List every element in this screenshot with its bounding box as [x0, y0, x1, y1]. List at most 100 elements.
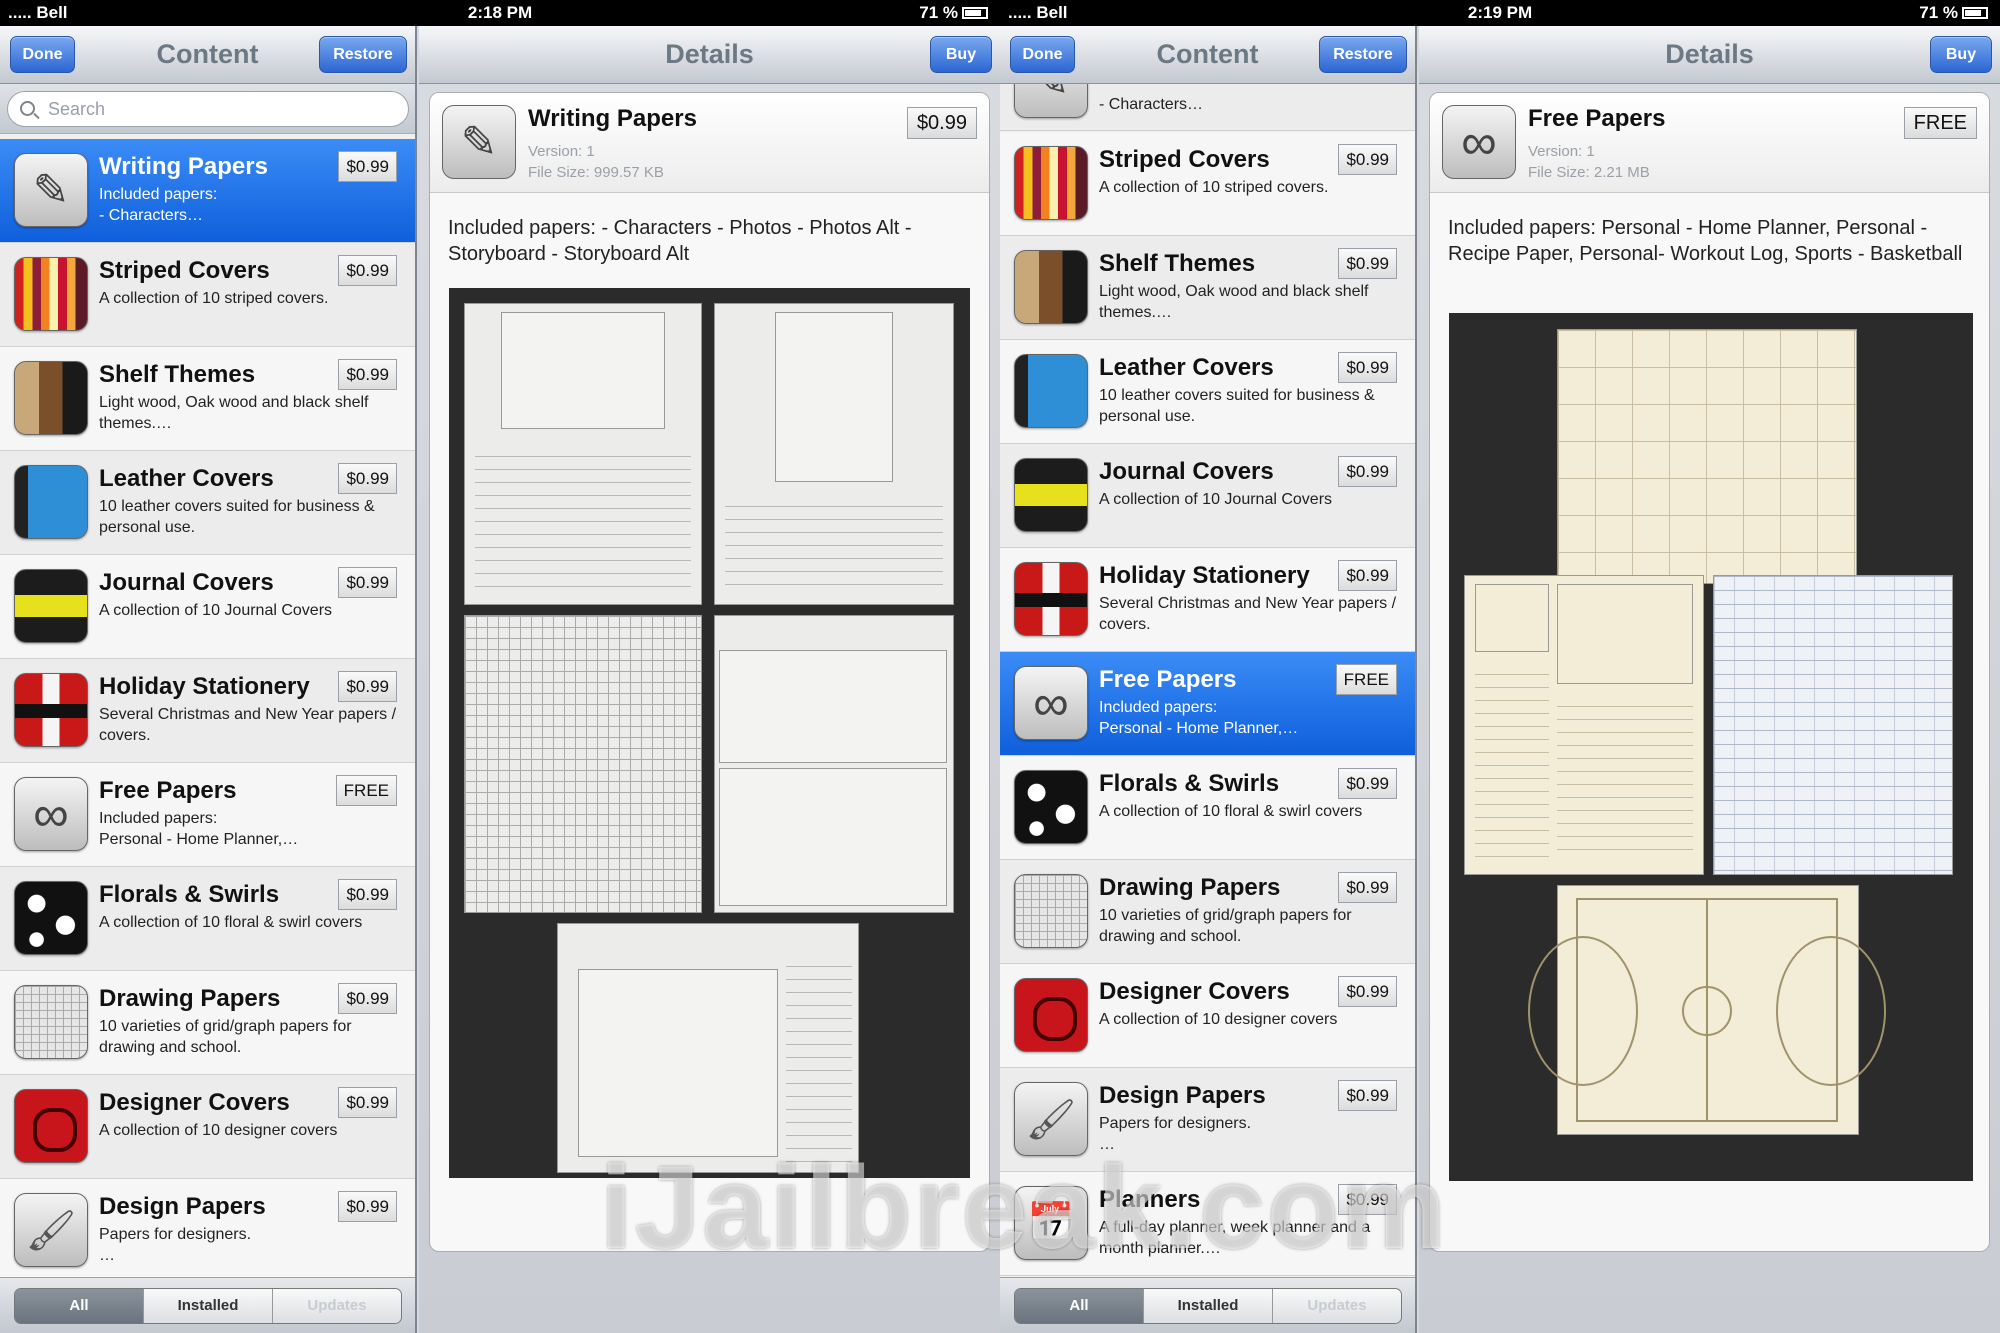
brush-icon: 🖌 [14, 1193, 88, 1267]
price-button[interactable]: $0.99 [338, 879, 397, 910]
search-input[interactable]: Search [7, 91, 409, 127]
list-item-description: A collection of 10 floral & swirl covers [99, 914, 363, 931]
list-item-title: Designer Covers [99, 1089, 290, 1116]
list-item-title: Free Papers [1099, 666, 1237, 693]
pen-icon: ✎ [442, 105, 516, 179]
list-item[interactable]: ∞ Free Papers Included papers: Personal - … [1000, 652, 1415, 756]
segment-installed[interactable]: Installed [144, 1289, 273, 1323]
list-item-description: Included papers: Personal - Home Planner… [99, 810, 299, 848]
content-nav-bar: Done Content Restore [1000, 26, 1415, 84]
price-button[interactable]: $0.99 [1338, 248, 1397, 279]
holiday-icon [14, 673, 88, 747]
price-button[interactable]: $0.99 [338, 567, 397, 598]
list-item-description: A collection of 10 designer covers [99, 1122, 338, 1139]
restore-button[interactable]: Restore [319, 36, 407, 73]
partial-list-item: ✎ - Characters… [1000, 84, 1415, 131]
list-item-description: Included papers: - Characters… [99, 186, 218, 224]
list-item-title: Drawing Papers [1099, 874, 1281, 901]
storyboard-paper-preview [464, 615, 702, 913]
segment-all[interactable]: All [1015, 1289, 1144, 1323]
battery-percent: 71 % [1919, 3, 1958, 22]
list-item[interactable]: ✎ - Characters… [1000, 84, 1415, 131]
price-button[interactable]: $0.99 [1338, 456, 1397, 487]
details-pane: Details Buy ∞ Free Papers Version: 1 Fil… [1419, 26, 2000, 1333]
price-button[interactable]: $0.99 [1338, 352, 1397, 383]
price-button[interactable]: $0.99 [338, 1191, 397, 1222]
price-button[interactable]: $0.99 [338, 359, 397, 390]
segment-updates[interactable]: Updates [273, 1289, 401, 1323]
list-item[interactable]: Leather Covers 10 leather covers suited f… [0, 451, 415, 555]
price-button[interactable]: $0.99 [338, 671, 397, 702]
clock-label: 2:18 PM [467, 3, 533, 22]
battery-icon [1962, 7, 1988, 19]
detail-file-size: File Size: 999.57 KB [528, 164, 664, 181]
detail-price-button[interactable]: $0.99 [906, 107, 977, 139]
list-item-description: Light wood, Oak wood and black shelf the… [99, 394, 369, 432]
price-button[interactable]: FREE [335, 775, 397, 806]
price-button[interactable]: $0.99 [1338, 1080, 1397, 1111]
detail-version: Version: 1 [1528, 143, 1595, 160]
shelf-icon [14, 361, 88, 435]
detail-product-title: Writing Papers [528, 105, 697, 132]
list-item[interactable]: Striped Covers A collection of 10 striped… [1000, 132, 1415, 236]
list-item[interactable]: Designer Covers A collection of 10 design… [1000, 964, 1415, 1068]
price-button[interactable]: $0.99 [1338, 976, 1397, 1007]
list-item[interactable]: ✎ Writing Papers Included papers: - Charac… [0, 139, 415, 243]
content-pane: Done Content Restore Search ✎ Writing Pap… [0, 26, 417, 1333]
list-item-title: Writing Papers [99, 153, 268, 180]
segment-all[interactable]: All [15, 1289, 144, 1323]
list-item[interactable]: Shelf Themes Light wood, Oak wood and bla… [0, 347, 415, 451]
striped-cover-icon [1014, 146, 1088, 220]
list-item[interactable]: Holiday Stationery Several Christmas and … [0, 659, 415, 763]
list-item[interactable]: Shelf Themes Light wood, Oak wood and bla… [1000, 236, 1415, 340]
price-button[interactable]: $0.99 [338, 151, 397, 182]
detail-card: ∞ Free Papers Version: 1 File Size: 2.21… [1429, 92, 1990, 1252]
pen-icon: ✎ [14, 153, 88, 227]
floral-icon [1014, 770, 1088, 844]
list-item-title: Leather Covers [1099, 354, 1274, 381]
list-item[interactable]: Designer Covers A collection of 10 design… [0, 1075, 415, 1179]
screen-1: ..... Bell 2:18 PM 71 % Done Content Res… [0, 0, 1000, 1333]
segment-installed[interactable]: Installed [1144, 1289, 1273, 1323]
detail-price-button[interactable]: FREE [1903, 107, 1977, 139]
price-button[interactable]: $0.99 [338, 463, 397, 494]
list-item[interactable]: Florals & Swirls A collection of 10 flora… [0, 867, 415, 971]
list-item-title: Leather Covers [99, 465, 274, 492]
buy-button[interactable]: Buy [930, 36, 992, 73]
price-button[interactable]: $0.99 [338, 983, 397, 1014]
list-item[interactable]: ∞ Free Papers Included papers: Personal - … [0, 763, 415, 867]
segment-updates[interactable]: Updates [1273, 1289, 1401, 1323]
price-button[interactable]: $0.99 [338, 255, 397, 286]
price-button[interactable]: $0.99 [1338, 872, 1397, 903]
price-button[interactable]: $0.99 [1338, 768, 1397, 799]
pen-icon: ✎ [1014, 84, 1088, 118]
list-item[interactable]: Journal Covers A collection of 10 Journal… [0, 555, 415, 659]
striped-cover-icon [14, 257, 88, 331]
list-item[interactable]: Drawing Papers 10 varieties of grid/graph… [1000, 860, 1415, 964]
list-item-title: Free Papers [99, 777, 237, 804]
price-button[interactable]: FREE [1335, 664, 1397, 695]
restore-button[interactable]: Restore [1319, 36, 1407, 73]
watermark: iJailbreak.com [600, 1142, 1448, 1274]
list-item-title: Journal Covers [1099, 458, 1274, 485]
list-item[interactable]: Florals & Swirls A collection of 10 flora… [1000, 756, 1415, 860]
list-item[interactable]: 🖌 Design Papers Papers for designers. … $0.… [0, 1179, 415, 1283]
detail-header: ∞ Free Papers Version: 1 File Size: 2.21… [1430, 93, 1989, 193]
journal-cover-icon [1014, 458, 1088, 532]
list-item-description: 10 varieties of grid/graph papers for dr… [99, 1018, 352, 1056]
list-item-description: A collection of 10 striped covers. [99, 290, 329, 307]
price-button[interactable]: $0.99 [1338, 560, 1397, 591]
list-item[interactable]: Holiday Stationery Several Christmas and … [1000, 548, 1415, 652]
search-bar: Search [0, 84, 415, 134]
list-item[interactable]: Striped Covers A collection of 10 striped… [0, 243, 415, 347]
storyboard-alt-paper-preview [714, 615, 954, 913]
list-item[interactable]: Drawing Papers 10 varieties of grid/graph… [0, 971, 415, 1075]
price-button[interactable]: $0.99 [1338, 144, 1397, 175]
price-button[interactable]: $0.99 [338, 1087, 397, 1118]
content-nav-bar: Done Content Restore [0, 26, 415, 84]
list-item-title: Design Papers [99, 1193, 266, 1220]
list-item[interactable]: Leather Covers 10 leather covers suited f… [1000, 340, 1415, 444]
characters-paper-preview [464, 303, 702, 605]
list-item[interactable]: Journal Covers A collection of 10 Journal… [1000, 444, 1415, 548]
buy-button[interactable]: Buy [1930, 36, 1992, 73]
